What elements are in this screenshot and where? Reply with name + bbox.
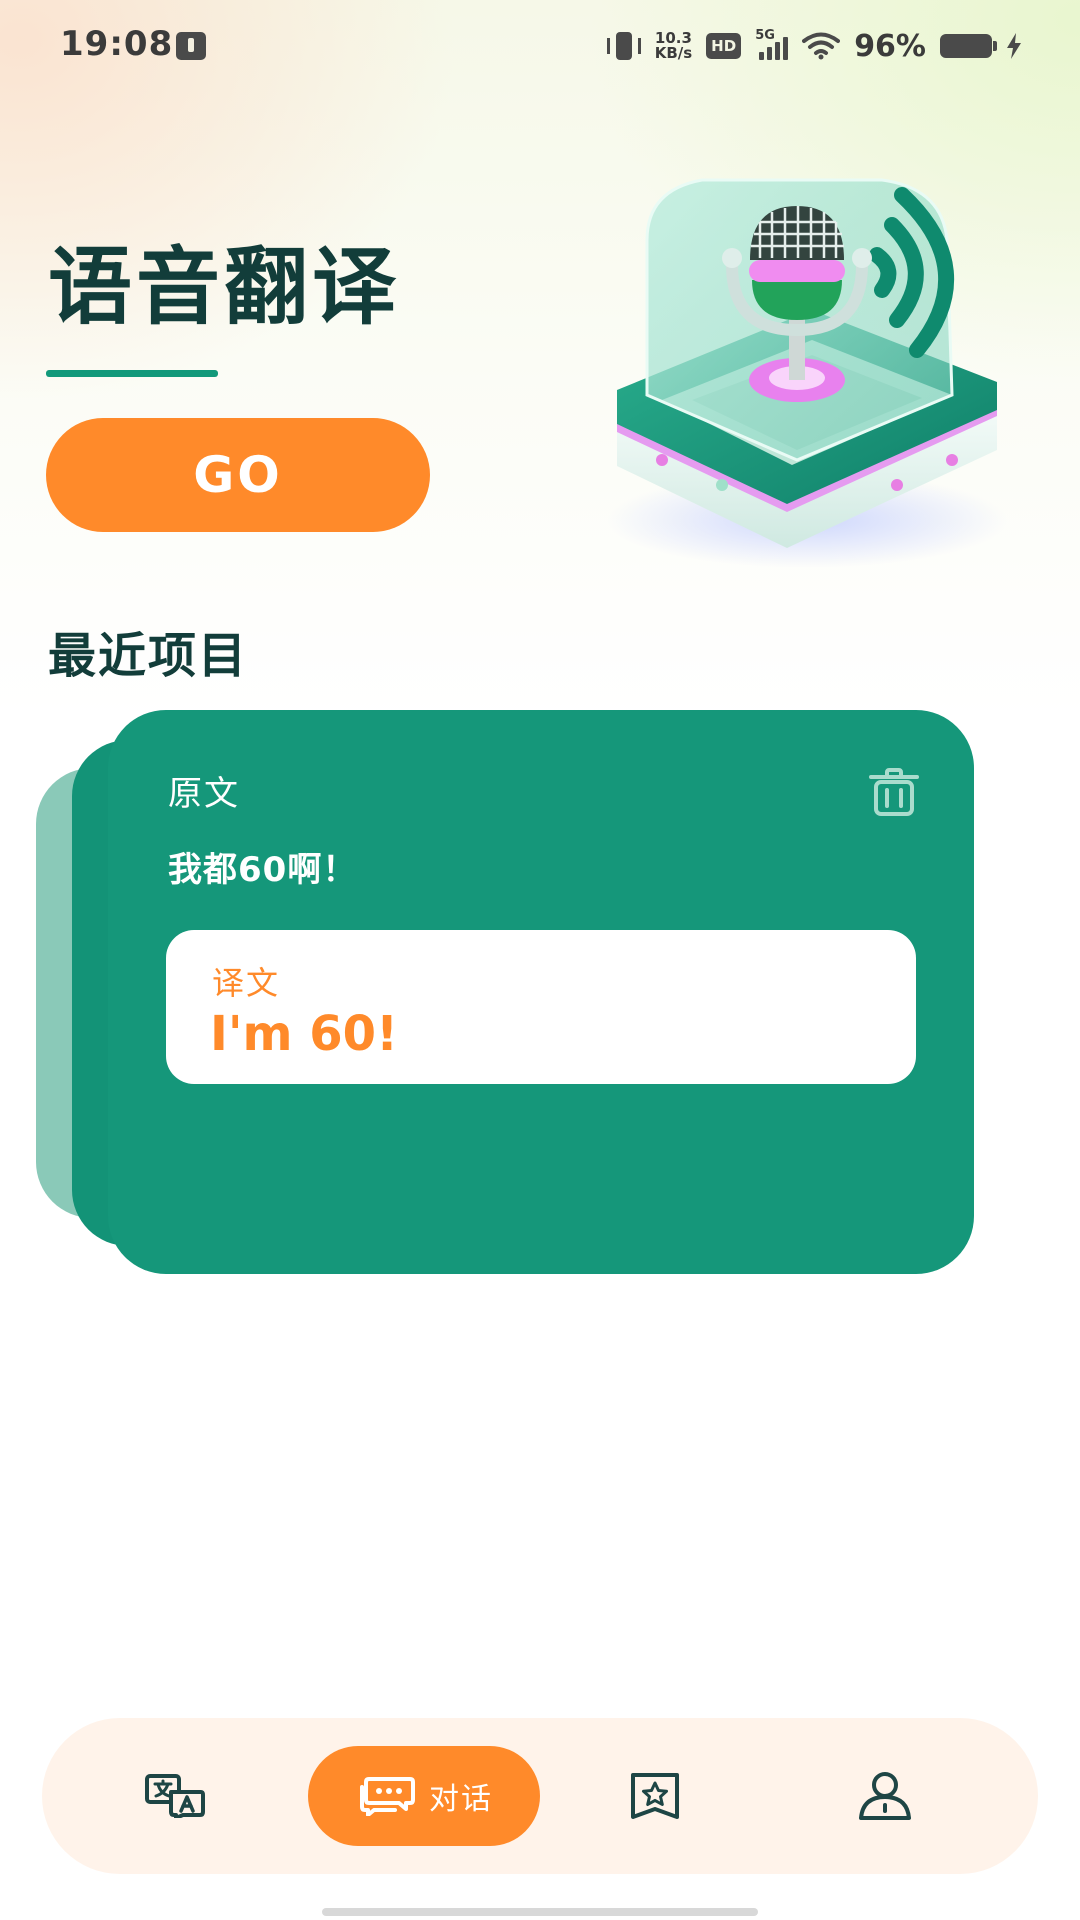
nav-item-translate[interactable] bbox=[122, 1718, 228, 1874]
recent-projects-title: 最近项目 bbox=[48, 628, 249, 684]
status-time: 19:08 bbox=[60, 24, 174, 64]
battery-icon bbox=[940, 34, 997, 58]
hd-badge: HD bbox=[706, 33, 742, 59]
nav-item-dialog[interactable]: 对话 bbox=[308, 1746, 540, 1846]
translation-text: I'm 60! bbox=[210, 1006, 398, 1062]
network-speed-unit: KB/s bbox=[654, 44, 693, 62]
delete-button[interactable] bbox=[866, 764, 922, 820]
go-button[interactable]: GO bbox=[46, 418, 430, 532]
recent-translation-card[interactable]: 原文 我都60啊！ 译文 I'm 60! bbox=[108, 710, 974, 1274]
microphone-illustration bbox=[607, 178, 1007, 568]
signal-icon: 5G bbox=[755, 28, 789, 60]
title-underline bbox=[46, 370, 218, 377]
bottom-nav: 对话 bbox=[42, 1718, 1038, 1874]
page-title: 语音翻译 bbox=[48, 238, 401, 336]
charging-icon bbox=[1007, 33, 1021, 59]
status-bar: 19:08 10.3 KB/s HD 5G 96% bbox=[0, 0, 1080, 92]
source-label: 原文 bbox=[168, 774, 240, 814]
wifi-icon bbox=[802, 32, 841, 60]
chat-bubbles-icon bbox=[360, 1777, 415, 1816]
nav-item-favorites[interactable] bbox=[602, 1718, 708, 1874]
nav-item-profile[interactable] bbox=[832, 1718, 938, 1874]
usb-debug-icon bbox=[176, 32, 206, 60]
network-speed: 10.3 KB/s bbox=[655, 31, 692, 61]
nav-item-dialog-label: 对话 bbox=[429, 1782, 493, 1817]
network-type: 5G bbox=[755, 28, 775, 43]
translation-box: 译文 I'm 60! bbox=[166, 930, 916, 1084]
status-icons: 10.3 KB/s HD 5G 96% bbox=[606, 26, 1022, 66]
user-icon bbox=[859, 1772, 911, 1820]
trash-icon bbox=[869, 768, 919, 816]
star-bookmark-icon bbox=[631, 1773, 679, 1819]
home-indicator[interactable] bbox=[322, 1908, 758, 1916]
text-translate-icon bbox=[145, 1774, 205, 1818]
battery-percent: 96% bbox=[854, 28, 926, 64]
voice-translate-screen: 19:08 10.3 KB/s HD 5G 96% 语音翻译 GO 最近项目 原… bbox=[0, 0, 1080, 1920]
vibrate-icon bbox=[606, 32, 641, 60]
translation-label: 译文 bbox=[212, 964, 281, 1002]
source-text: 我都60啊！ bbox=[168, 850, 358, 890]
